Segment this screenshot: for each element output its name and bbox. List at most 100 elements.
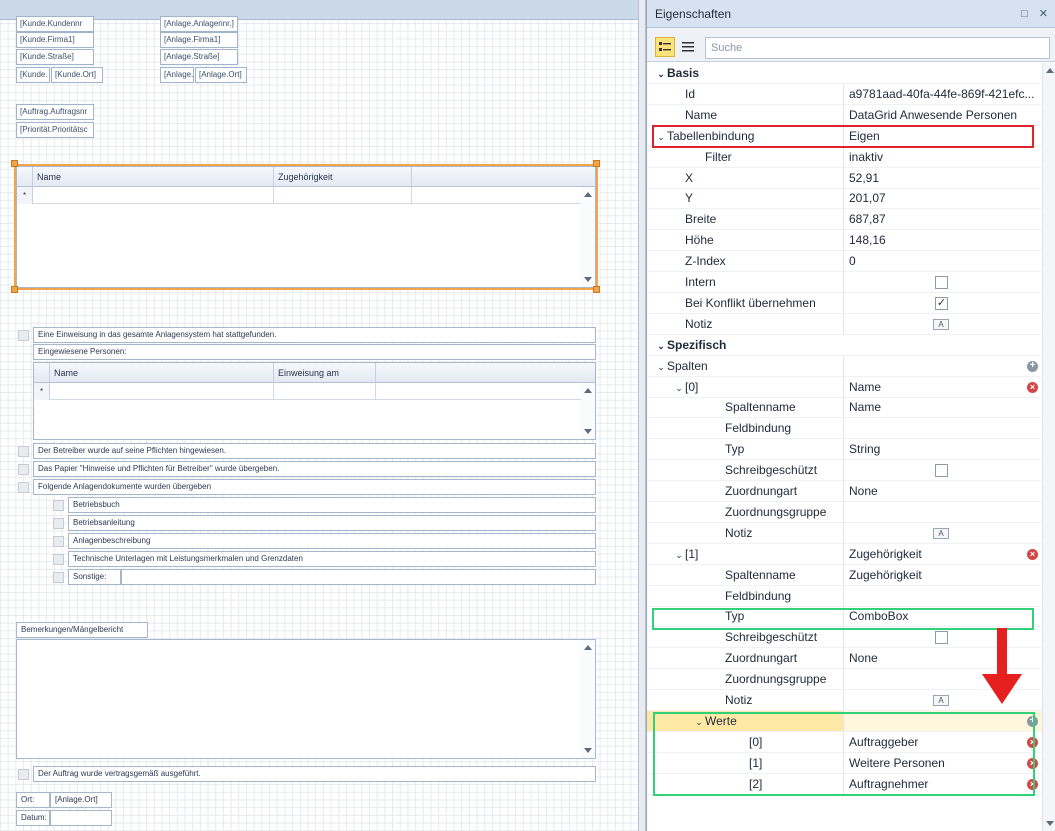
property-value[interactable]: DataGrid Anwesende Personen (843, 104, 1042, 126)
property-value[interactable]: None (843, 648, 1042, 670)
property-value[interactable] (843, 627, 1042, 649)
checkbox-anlagendokumente[interactable] (18, 482, 29, 493)
checkbox-checked[interactable]: ✓ (935, 296, 948, 310)
remove-item-icon[interactable]: × (1027, 778, 1038, 790)
resize-handle-br[interactable] (593, 286, 600, 293)
field-sonstige[interactable] (121, 569, 596, 585)
remove-item-icon[interactable]: × (1027, 548, 1038, 560)
checkbox-betriebsanleitung[interactable] (53, 518, 64, 529)
datagrid-eingewiesene-personen[interactable]: Name Einweisung am * (33, 362, 596, 440)
add-item-icon[interactable]: + (1027, 360, 1038, 372)
checkbox-papier[interactable] (18, 464, 29, 475)
checkbox-einweisung[interactable] (18, 330, 29, 341)
scroll-up-icon[interactable] (1046, 68, 1054, 73)
property-row[interactable]: ⌄ [1] Zugehörigkeit × (647, 543, 1042, 565)
property-row[interactable]: ⌄ Werte + (647, 710, 1042, 732)
property-row[interactable]: Zuordnungart None (647, 481, 1042, 502)
property-row[interactable]: Typ ComboBox (647, 606, 1042, 628)
property-value[interactable]: inaktiv (843, 146, 1042, 168)
property-row[interactable]: Notiz A (647, 313, 1042, 335)
field-kunde-ort[interactable]: [Kunde.Ort] (51, 67, 103, 83)
field-anlage-firma1[interactable]: [Anlage.Firma1] (160, 32, 238, 48)
field-anlage-strasse[interactable]: [Anlage.Straße] (160, 49, 238, 65)
panel-splitter[interactable] (638, 0, 646, 831)
categorized-view-button[interactable] (655, 37, 675, 57)
alphabetical-view-button[interactable] (678, 37, 698, 57)
note-editor-icon[interactable]: A (933, 527, 949, 539)
field-anlage-ort[interactable]: [Anlage.Ort] (195, 67, 247, 83)
chevron-down-icon[interactable]: ⌄ (655, 336, 667, 355)
property-value[interactable]: 52,91 (843, 167, 1042, 189)
property-value[interactable]: Zugehörigkeit × (843, 543, 1042, 565)
checkbox-technische-unterlagen[interactable] (53, 554, 64, 565)
property-row[interactable]: Zuordnungsgruppe (647, 501, 1042, 523)
property-row[interactable]: ⌄ Tabellenbindung Eigen (647, 125, 1042, 147)
property-value[interactable] (843, 501, 1042, 523)
property-row[interactable]: Typ String (647, 439, 1042, 461)
resize-handle-bl[interactable] (11, 286, 18, 293)
chevron-down-icon[interactable]: ⌄ (673, 378, 685, 397)
checkbox-unchecked[interactable] (935, 464, 948, 478)
scroll-down-icon[interactable] (1046, 821, 1054, 826)
property-row[interactable]: [1] Weitere Personen × (647, 752, 1042, 774)
property-row[interactable]: ⌄ Spalten + (647, 355, 1042, 377)
field-kunde-kundennr[interactable]: [Kunde.Kundennr (16, 16, 94, 32)
property-value[interactable]: A (843, 690, 1042, 711)
field-auftrag-nr[interactable]: [Auftrag.Auftragsnr (16, 104, 94, 120)
chevron-down-icon[interactable]: ⌄ (655, 357, 667, 376)
chevron-down-icon[interactable]: ⌄ (655, 64, 667, 83)
property-row[interactable]: Schreibgeschützt (647, 627, 1042, 649)
property-value[interactable]: Auftraggeber × (843, 731, 1042, 753)
property-value[interactable]: + (843, 355, 1042, 377)
property-value[interactable]: a9781aad-40fa-44fe-869f-421efc... (843, 83, 1042, 105)
property-row[interactable]: [0] Auftraggeber × (647, 731, 1042, 753)
property-row[interactable]: Feldbindung (647, 585, 1042, 607)
grid-scrollbar[interactable] (581, 383, 595, 439)
chevron-down-icon[interactable]: ⌄ (693, 712, 705, 731)
property-value[interactable] (843, 669, 1042, 691)
note-editor-icon[interactable]: A (933, 695, 949, 706)
property-row[interactable]: Höhe 148,16 (647, 230, 1042, 252)
property-category[interactable]: ⌄ Spezifisch (647, 335, 1042, 356)
property-value[interactable]: 201,07 (843, 188, 1042, 210)
add-item-icon[interactable]: + (1027, 715, 1038, 727)
property-value[interactable] (843, 272, 1042, 293)
property-row[interactable]: ⌄ [0] Name × (647, 376, 1042, 398)
report-designer-canvas[interactable]: [Kunde.Kundennr [Kunde.Firma1] [Kunde.St… (0, 0, 640, 831)
property-row[interactable]: Name DataGrid Anwesende Personen (647, 104, 1042, 126)
property-value[interactable]: Weitere Personen × (843, 752, 1042, 774)
property-row[interactable]: X 52,91 (647, 167, 1042, 189)
property-value[interactable]: None (843, 481, 1042, 502)
property-value[interactable] (843, 418, 1042, 440)
field-kunde-firma1[interactable]: [Kunde.Firma1] (16, 32, 94, 48)
property-value[interactable]: 687,87 (843, 209, 1042, 231)
property-value[interactable]: Auftragnehmer × (843, 773, 1042, 795)
note-editor-icon[interactable]: A (933, 318, 949, 330)
checkbox-auftrag-ausgefuehrt[interactable] (18, 769, 29, 780)
property-value[interactable]: Zugehörigkeit (843, 564, 1042, 586)
property-row[interactable]: Notiz A (647, 522, 1042, 544)
restore-icon[interactable]: □ (1021, 8, 1028, 20)
property-grid[interactable]: ⌄ Basis Id a9781aad-40fa-44fe-869f-421efc..… (647, 63, 1042, 831)
resize-handle-tr[interactable] (593, 160, 600, 167)
property-row[interactable]: Zuordnungart None (647, 648, 1042, 670)
column-header-einweisung-am[interactable]: Einweisung am (274, 363, 376, 383)
property-row[interactable]: Schreibgeschützt (647, 460, 1042, 482)
property-row[interactable]: Feldbindung (647, 418, 1042, 440)
property-value[interactable]: ✓ (843, 292, 1042, 314)
property-row[interactable]: Zuordnungsgruppe (647, 669, 1042, 691)
property-row[interactable]: [2] Auftragnehmer × (647, 773, 1042, 795)
resize-handle-tl[interactable] (11, 160, 18, 167)
property-value[interactable]: + (843, 710, 1042, 732)
property-value[interactable]: 0 (843, 251, 1042, 273)
chevron-down-icon[interactable]: ⌄ (655, 127, 667, 146)
property-value[interactable]: 148,16 (843, 230, 1042, 252)
search-input[interactable]: Suche (705, 37, 1050, 59)
checkbox-sonstige[interactable] (53, 572, 64, 583)
checkbox-unchecked[interactable] (935, 276, 948, 289)
field-prioritaet[interactable]: [Priorität.Prioritätsc (16, 122, 94, 138)
property-row[interactable]: Spaltenname Name (647, 397, 1042, 419)
checkbox-anlagenbeschreibung[interactable] (53, 536, 64, 547)
checkbox-betriebsbuch[interactable] (53, 500, 64, 511)
scroll-down-icon[interactable] (584, 748, 592, 753)
